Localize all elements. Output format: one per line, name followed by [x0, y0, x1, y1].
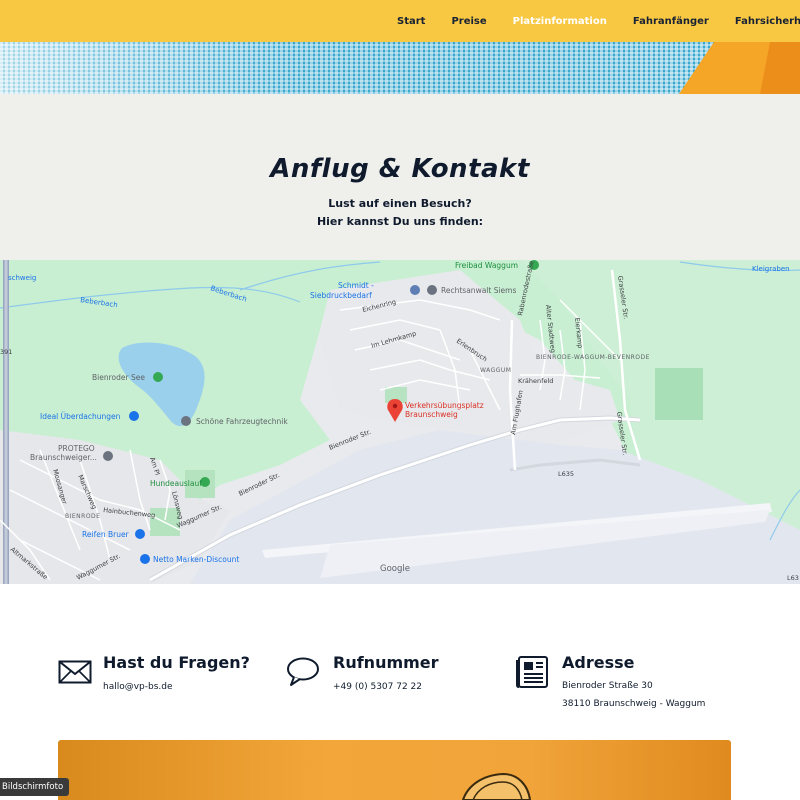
contact-phone-link[interactable]: +49 (0) 5307 72 22: [333, 682, 422, 692]
subtitle-line-1: Lust auf einen Besuch?: [328, 197, 472, 210]
poi-protego-2: Braunschweiger...: [30, 453, 97, 462]
marker-label-line2: Braunschweig: [405, 410, 458, 419]
poi-netto: Netto Marken-Discount: [153, 555, 239, 564]
nav-item-platzinformation[interactable]: Platzinformation: [513, 16, 607, 27]
contact-heading-section: Anflug & Kontakt Lust auf einen Besuch? …: [0, 94, 800, 260]
poi-bienroder-see: Bienroder See: [92, 373, 145, 382]
street-kleigraben: Kleigraben: [752, 265, 790, 273]
contact-title-address: Adresse: [562, 653, 635, 672]
contact-title-email: Hast du Fragen?: [103, 653, 250, 672]
poi-reifen: Reifen Bruer: [82, 530, 130, 539]
district-bevenrode: BIENRODE-WAGGUM-BEVENRODE: [536, 354, 650, 361]
bottom-promo-banner: [58, 740, 731, 800]
contact-title-phone: Rufnummer: [333, 653, 439, 672]
poi-rechtsanwalt: Rechtsanwalt Siems: [441, 286, 516, 295]
google-attribution: Google: [380, 564, 410, 574]
contact-address-street: Bienroder Straße 30: [562, 681, 653, 691]
decorative-stripe-banner: [0, 42, 800, 94]
nav-item-preise[interactable]: Preise: [451, 16, 486, 27]
nav-item-fahrsicherheitstraining[interactable]: Fahrsicherheitstr: [735, 16, 800, 27]
poi-hundeauslauf: Hundeauslauf: [150, 479, 202, 488]
district-bienrode: BIENRODE: [65, 513, 100, 520]
page-title: Anflug & Kontakt: [270, 154, 530, 184]
street-l635-1: L635: [558, 470, 574, 478]
banner-emblem-icon: [461, 772, 532, 800]
street-kraehenfeld: Krähenfeld: [518, 377, 553, 385]
embedded-map[interactable]: Verkehrsübungsplatz Braunschweig Freibad…: [0, 260, 800, 584]
poi-schmidt-1: Schmidt -: [338, 281, 374, 290]
poi-schoene: Schöne Fahrzeugtechnik: [196, 417, 288, 426]
mail-icon: [58, 660, 92, 684]
contact-address-city: 38110 Braunschweig - Waggum: [562, 699, 706, 709]
top-navigation: Start Preise Platzinformation Fahranfäng…: [0, 0, 800, 42]
contact-email-link[interactable]: hallo@vp-bs.de: [103, 682, 173, 692]
speech-bubble-icon: [287, 657, 319, 686]
street-schweig: schweig: [8, 274, 36, 282]
poi-freibad: Freibad Waggum: [455, 261, 518, 270]
stripe-fade: [0, 42, 800, 94]
poi-protego-1: PROTEGO: [58, 444, 95, 453]
road-a391: 391: [0, 348, 12, 356]
marker-label-line1: Verkehrsübungsplatz: [405, 401, 484, 410]
nav-item-fahranfaenger[interactable]: Fahranfänger: [633, 16, 709, 27]
nav-item-start[interactable]: Start: [397, 16, 425, 27]
poi-ideal: Ideal Überdachungen: [40, 412, 121, 421]
screenshot-label: Bildschirmfoto: [0, 778, 70, 796]
newspaper-icon: [516, 656, 548, 688]
street-l635-2: L63: [787, 574, 799, 582]
subtitle-line-2: Hier kannst Du uns finden:: [316, 215, 484, 228]
district-waggum: WAGGUM: [480, 367, 511, 374]
map-canvas[interactable]: Verkehrsübungsplatz Braunschweig Freibad…: [0, 260, 800, 584]
poi-schmidt-2: Siebdruckbedarf: [310, 291, 372, 300]
